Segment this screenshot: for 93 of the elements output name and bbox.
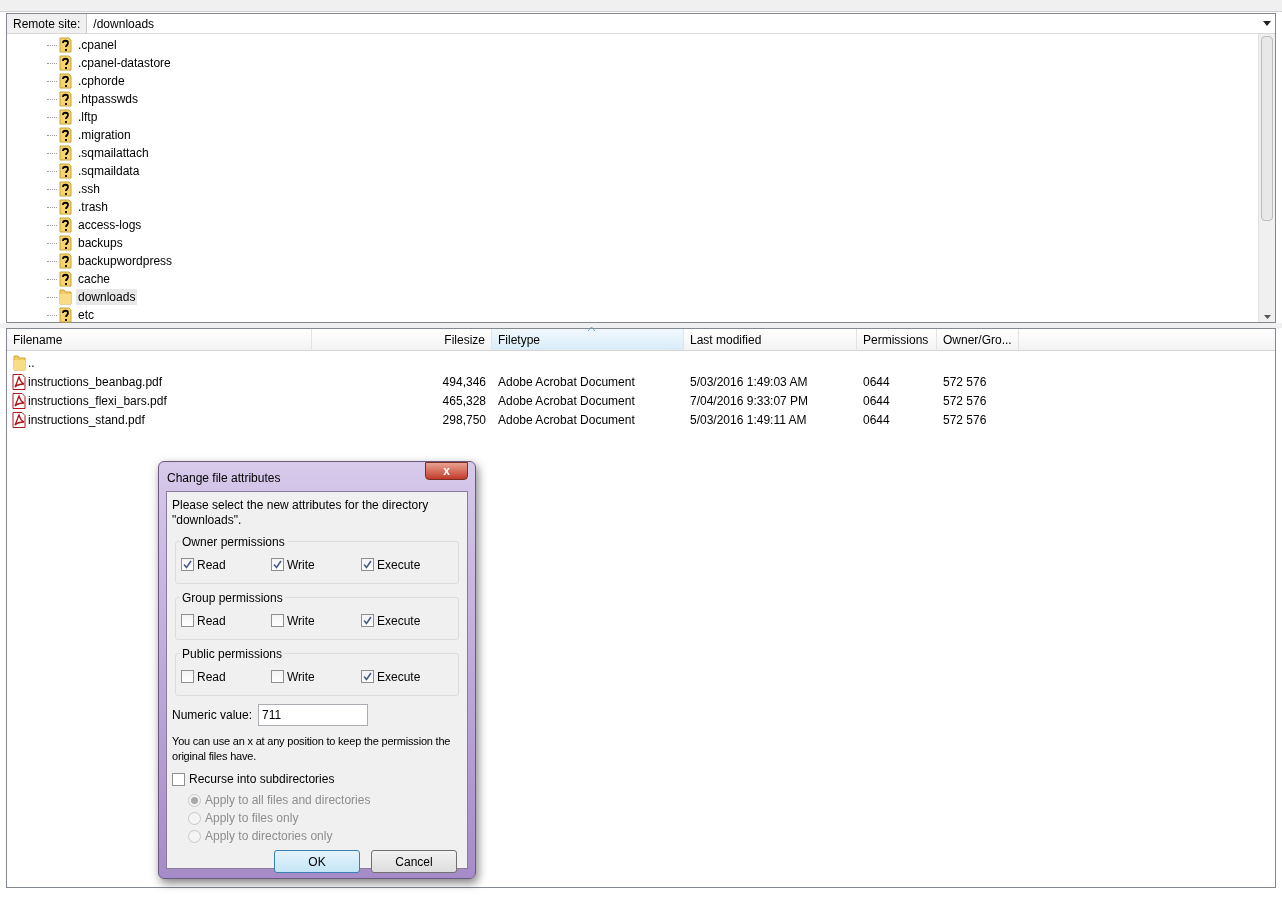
checkbox[interactable] xyxy=(271,558,284,571)
pdf-file-icon xyxy=(11,392,27,409)
checkbox-label[interactable]: Read xyxy=(197,611,226,630)
tree-item[interactable]: backupwordpress xyxy=(76,253,175,269)
recurse-checkbox[interactable] xyxy=(172,772,185,786)
unknown-folder-icon xyxy=(57,181,73,197)
table-cell-text: 0644 xyxy=(863,411,890,429)
file-name[interactable]: instructions_stand.pdf xyxy=(28,410,145,429)
tree-item[interactable]: .migration xyxy=(76,127,133,143)
column-header[interactable]: Last modified xyxy=(684,329,857,350)
numeric-value-label: Numeric value: xyxy=(172,707,253,724)
table-cell-text: 7/04/2016 9:33:07 PM xyxy=(690,392,809,410)
tree-item[interactable]: .trash xyxy=(76,199,110,215)
unknown-folder-icon xyxy=(57,109,73,125)
checkbox[interactable] xyxy=(271,614,284,627)
column-header[interactable]: Filename xyxy=(7,329,312,350)
tree-item[interactable]: cache xyxy=(76,271,113,287)
folder-icon xyxy=(57,289,73,305)
tree-item[interactable]: .cpanel-datastore xyxy=(76,55,173,71)
checkbox-label[interactable]: Write xyxy=(287,667,315,686)
checkbox[interactable] xyxy=(181,670,194,683)
tree-item[interactable]: .sqmaildata xyxy=(76,163,142,179)
tree-item[interactable]: .cpanel xyxy=(76,37,119,53)
checkbox[interactable] xyxy=(361,614,374,627)
tree-item[interactable]: .sqmailattach xyxy=(76,145,151,161)
checkbox-label[interactable]: Execute xyxy=(377,555,421,574)
file-name[interactable]: instructions_flexi_bars.pdf xyxy=(28,391,167,410)
unknown-folder-icon xyxy=(57,55,73,71)
unknown-folder-icon xyxy=(57,163,73,179)
unknown-folder-icon xyxy=(57,253,73,269)
table-cell-text: 494,346 xyxy=(442,373,486,391)
table-cell-text: Adobe Acrobat Document xyxy=(498,392,635,410)
tree-item[interactable]: .ssh xyxy=(76,181,102,197)
unknown-folder-icon xyxy=(57,91,73,107)
table-cell-text: Adobe Acrobat Document xyxy=(498,373,635,391)
checkbox[interactable] xyxy=(271,670,284,683)
tree-item[interactable]: .cphorde xyxy=(76,73,127,89)
table-cell-text: 0644 xyxy=(863,373,890,391)
cancel-button[interactable]: Cancel xyxy=(371,850,457,873)
checkbox[interactable] xyxy=(181,614,194,627)
dropdown-arrow-icon[interactable] xyxy=(1263,21,1271,26)
tree-item[interactable]: etc xyxy=(76,307,96,323)
unknown-folder-icon xyxy=(57,271,73,287)
table-cell-text: 5/03/2016 1:49:03 AM xyxy=(690,373,808,391)
unknown-folder-icon xyxy=(57,73,73,89)
unknown-folder-icon xyxy=(57,37,73,53)
dialog-title: Change file attributes xyxy=(167,470,281,487)
ok-button[interactable]: OK xyxy=(274,850,360,873)
pdf-file-icon xyxy=(11,373,27,390)
checkbox[interactable] xyxy=(361,670,374,683)
close-button[interactable]: x xyxy=(425,462,468,480)
column-header[interactable]: Owner/Gro... xyxy=(937,329,1019,350)
file-name[interactable]: instructions_beanbag.pdf xyxy=(28,372,163,391)
table-cell-text: 465,328 xyxy=(442,392,486,410)
dialog-message: Please select the new attributes for the directory "downloads". xyxy=(172,498,430,528)
recurse-label[interactable]: Recurse into subdirectories xyxy=(189,770,335,788)
table-cell-text: Adobe Acrobat Document xyxy=(498,411,635,429)
remote-site-label: Remote site: xyxy=(7,14,88,33)
numeric-value-field[interactable]: 711 xyxy=(258,704,369,726)
checkbox-label[interactable]: Read xyxy=(197,555,226,574)
unknown-folder-icon xyxy=(57,127,73,143)
unknown-folder-icon xyxy=(57,199,73,215)
column-header[interactable]: Permissions xyxy=(857,329,937,350)
remote-path-field[interactable]: /downloads xyxy=(87,13,1263,34)
checkbox[interactable] xyxy=(181,558,194,571)
scrollbar[interactable] xyxy=(1258,34,1275,322)
pdf-file-icon xyxy=(11,411,27,428)
scroll-down-icon[interactable] xyxy=(1263,315,1271,319)
file-name[interactable]: .. xyxy=(28,353,35,372)
unknown-folder-icon xyxy=(57,307,73,323)
table-cell-text: 572 576 xyxy=(943,373,987,391)
tree-item[interactable]: backups xyxy=(76,235,125,251)
tree-item[interactable]: .lftp xyxy=(76,109,100,125)
table-cell-text: 0644 xyxy=(863,392,890,410)
checkbox-label[interactable]: Execute xyxy=(377,667,421,686)
table-cell-text: 298,750 xyxy=(442,411,486,429)
checkbox-label[interactable]: Write xyxy=(287,555,315,574)
hint-text: You can use an x at any position to keep the permission the original files have. xyxy=(172,734,452,764)
table-cell-text: 5/03/2016 1:49:11 AM xyxy=(690,411,807,429)
checkbox-label[interactable]: Read xyxy=(197,667,226,686)
unknown-folder-icon xyxy=(57,217,73,233)
unknown-folder-icon xyxy=(57,145,73,161)
folder-icon xyxy=(11,354,27,371)
table-cell-text: 572 576 xyxy=(943,411,987,429)
checkbox-label[interactable]: Execute xyxy=(377,611,421,630)
checkbox[interactable] xyxy=(361,558,374,571)
checkbox-label[interactable]: Write xyxy=(287,611,315,630)
table-cell-text: 572 576 xyxy=(943,392,987,410)
tree-item[interactable]: downloads xyxy=(76,289,138,305)
tree-item[interactable]: .htpasswds xyxy=(76,91,141,107)
unknown-folder-icon xyxy=(57,235,73,251)
column-header[interactable]: Filetype xyxy=(492,329,684,350)
tree-item[interactable]: access-logs xyxy=(76,217,144,233)
